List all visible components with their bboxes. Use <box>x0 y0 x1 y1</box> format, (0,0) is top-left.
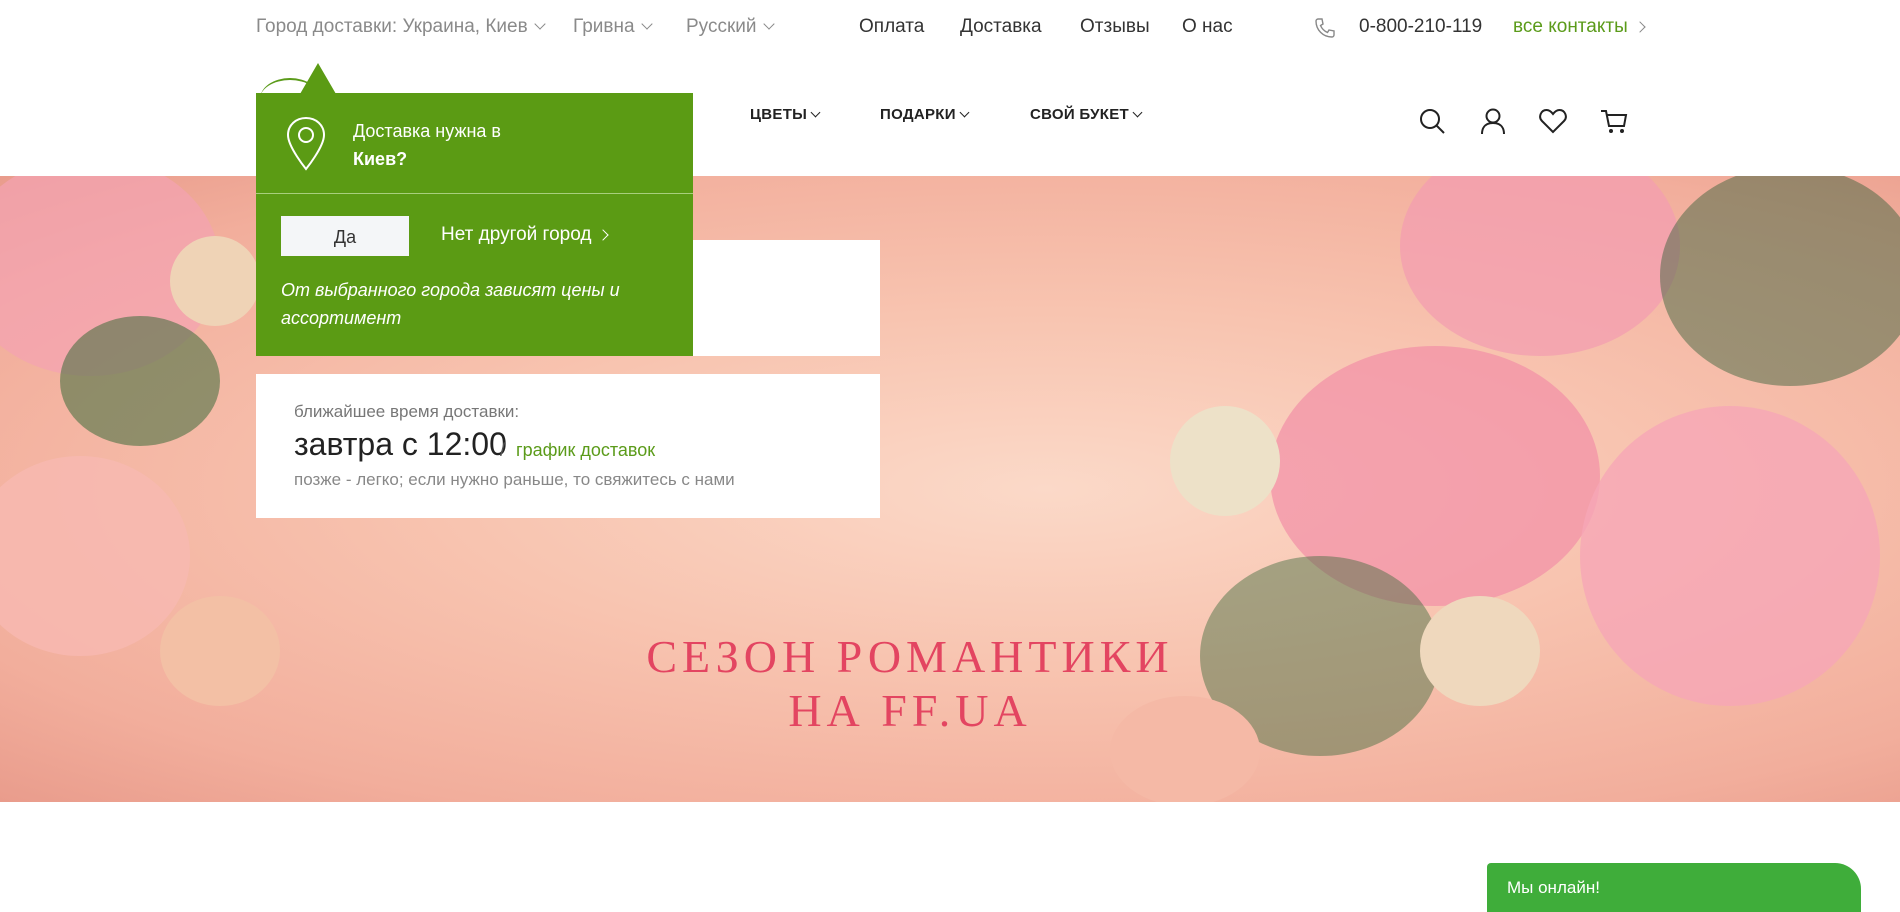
macaron-decoration <box>1420 596 1540 706</box>
currency-label: Гривна <box>573 16 635 37</box>
rose-decoration <box>1580 406 1880 706</box>
delivery-time-value: завтра с 12:00 <box>294 426 507 462</box>
nav-menu-gifts[interactable]: ПОДАРКИ <box>880 106 970 123</box>
city-confirm-popup: Доставка нужна в Киев? Да Нет другой гор… <box>256 93 693 356</box>
nav-link-about[interactable]: О нас <box>1182 16 1233 38</box>
nav-menu-gifts-label: ПОДАРКИ <box>880 106 956 123</box>
confirm-city-button[interactable]: Да <box>281 216 409 256</box>
leaf-decoration <box>60 316 220 446</box>
chevron-down-icon <box>640 18 653 30</box>
choose-other-city-button[interactable]: Нет другой город <box>441 224 610 246</box>
nav-link-delivery[interactable]: Доставка <box>960 16 1042 38</box>
macaron-decoration <box>1170 406 1280 516</box>
chevron-down-icon <box>810 107 821 118</box>
chevron-down-icon <box>534 18 546 30</box>
chevron-down-icon <box>1132 107 1143 118</box>
city-selector-label: Город доставки: Украина, Киев <box>256 16 528 37</box>
nav-menu-custom-bouquet-label: СВОЙ БУКЕТ <box>1030 106 1129 123</box>
chevron-right-icon <box>597 229 610 241</box>
delivery-schedule-link[interactable]: график доставок <box>516 440 655 461</box>
heart-icon[interactable] <box>1538 106 1568 136</box>
hero-title: СЕЗОН РОМАНТИКИ НА FF.UA <box>560 630 1260 738</box>
search-icon[interactable] <box>1417 106 1447 136</box>
rose-decoration <box>0 456 190 656</box>
separator: / <box>500 440 506 460</box>
chevron-down-icon <box>762 18 775 30</box>
popup-hint: От выбранного города зависят цены и ассо… <box>281 280 620 328</box>
delivery-info-card: ближайшее время доставки: завтра с 12:00… <box>256 374 880 518</box>
nav-menu-custom-bouquet[interactable]: СВОЙ БУКЕТ <box>1030 106 1143 123</box>
popup-question: Доставка нужна в <box>353 121 501 141</box>
choose-other-city-label: Нет другой город <box>441 224 592 245</box>
city-selector[interactable]: Город доставки: Украина, Киев <box>256 16 546 38</box>
chevron-down-icon <box>959 107 970 118</box>
popup-pointer <box>300 63 336 94</box>
delivery-note: позже - легко; если нужно раньше, то свя… <box>294 470 735 489</box>
divider <box>256 193 693 194</box>
user-icon[interactable] <box>1478 106 1508 136</box>
nav-link-payment[interactable]: Оплата <box>859 16 924 38</box>
chevron-right-icon <box>1634 21 1646 33</box>
hero-title-line2: НА FF.UA <box>788 685 1032 736</box>
language-selector[interactable]: Русский <box>686 16 775 38</box>
rose-decoration <box>1400 176 1680 356</box>
location-pin-icon <box>286 116 326 171</box>
chat-label: Мы онлайн! <box>1507 878 1600 897</box>
nav-menu-flowers[interactable]: ЦВЕТЫ <box>750 106 821 123</box>
currency-selector[interactable]: Гривна <box>573 16 653 38</box>
nav-link-reviews[interactable]: Отзывы <box>1080 16 1150 38</box>
phone-number[interactable]: 0-800-210-119 <box>1359 16 1482 38</box>
popup-city: Киев? <box>353 149 408 169</box>
delivery-time-label: ближайшее время доставки: <box>294 402 520 421</box>
macaron-decoration <box>170 236 260 326</box>
macaron-decoration <box>160 596 280 706</box>
cart-icon[interactable] <box>1599 106 1629 136</box>
all-contacts-link[interactable]: все контакты <box>1513 16 1646 38</box>
all-contacts-label: все контакты <box>1513 16 1628 37</box>
language-label: Русский <box>686 16 757 37</box>
nav-menu-flowers-label: ЦВЕТЫ <box>750 106 808 123</box>
hero-title-line1: СЕЗОН РОМАНТИКИ <box>646 631 1174 682</box>
phone-icon <box>1315 18 1335 38</box>
top-bar: Город доставки: Украина, Киев Гривна Рус… <box>0 0 1900 56</box>
leaf-decoration <box>1660 176 1900 386</box>
chat-widget[interactable]: Мы онлайн! <box>1487 863 1861 912</box>
